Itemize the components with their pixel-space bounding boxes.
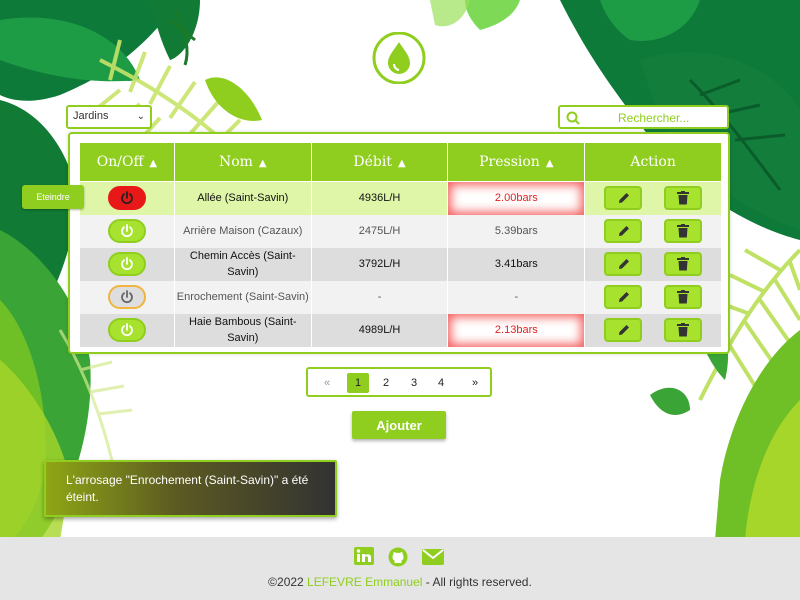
table-row: Chemin Accès (Saint-Savin) 3792L/H 3.41bar… [79,247,722,281]
delete-button[interactable] [664,219,703,243]
power-toggle[interactable] [107,186,146,211]
delete-button[interactable] [664,252,703,276]
header-debit[interactable]: Débit ▲︎ [310,142,449,182]
garden-filter-value: Jardins [73,110,109,122]
cell-debit: 4936L/H [310,181,449,215]
edit-button[interactable] [604,318,643,342]
edit-button[interactable] [604,186,643,211]
cell-debit: 3792L/H [310,247,449,281]
sort-icon: ▲︎ [149,158,158,169]
sort-icon: ▲︎ [397,158,406,169]
table-row: Arrière Maison (Cazaux) 2475L/H 5.39bars [79,214,722,248]
cell-debit: 4989L/H [310,313,449,347]
pagination-page-4[interactable]: 4 [430,373,452,393]
linkedin-icon[interactable] [354,547,374,570]
cell-onoff [79,280,175,314]
header-onoff[interactable]: On/Off ▲︎ [79,142,175,182]
cell-nom: Allée (Saint-Savin) [173,181,312,215]
delete-button[interactable] [664,318,703,342]
cell-action [584,280,722,314]
notification-toast: L'arrosage "Enrochement (Saint-Savin)" a… [44,460,337,517]
search-input[interactable]: Rechercher... [558,105,729,129]
pagination-page-2[interactable]: 2 [375,373,397,393]
footer: ©2022 LEFEVRE Emmanuel - All rights rese… [0,537,800,600]
cell-nom: Haie Bambous (Saint-Savin) [173,313,312,347]
sort-icon: ▲︎ [545,158,554,169]
cell-action [584,313,722,347]
github-icon[interactable] [388,547,408,572]
cell-debit: 2475L/H [310,214,449,248]
cell-pression: 2.00bars [447,181,586,215]
author-link[interactable]: LEFEVRE Emmanuel [307,575,422,589]
email-icon[interactable] [422,547,444,570]
power-toggle[interactable] [107,252,146,276]
table-row: Enrochement (Saint-Savin) - - [79,280,722,314]
eteindre-button[interactable]: Eteindre [22,185,84,209]
cell-pression: 3.41bars [447,247,586,281]
copyright: ©2022 LEFEVRE Emmanuel - All rights rese… [268,575,532,589]
cell-nom: Chemin Accès (Saint-Savin) [173,247,312,281]
cell-pression: - [447,280,586,314]
table-row: Allée (Saint-Savin) 4936L/H 2.00bars [79,181,722,215]
power-toggle[interactable] [107,219,146,243]
edit-button[interactable] [604,219,643,243]
cell-action [584,214,722,248]
cell-pression: 2.13bars [447,313,586,347]
search-icon [566,111,580,130]
header-nom[interactable]: Nom ▲︎ [173,142,312,182]
add-button[interactable]: Ajouter [352,411,446,439]
header-action: Action [584,142,722,182]
pagination-prev[interactable]: « [316,373,338,393]
table-header-row: On/Off ▲︎ Nom ▲︎ Débit ▲︎ Pression ▲︎ Action [79,142,722,182]
sort-icon: ▲︎ [258,158,267,169]
power-toggle[interactable] [107,285,146,309]
irrigation-table: On/Off ▲︎ Nom ▲︎ Débit ▲︎ Pression ▲︎ Action… [79,142,722,347]
edit-button[interactable] [604,285,643,309]
water-drop-logo [368,32,430,84]
edit-button[interactable] [604,252,643,276]
table-row: Haie Bambous (Saint-Savin) 4989L/H 2.13bar… [79,313,722,347]
cell-debit: - [310,280,449,314]
delete-button[interactable] [664,285,703,309]
cell-onoff [79,181,175,215]
cell-action [584,181,722,215]
cell-nom: Enrochement (Saint-Savin) [173,280,312,314]
cell-nom: Arrière Maison (Cazaux) [173,214,312,248]
cell-action [584,247,722,281]
cell-pression: 5.39bars [447,214,586,248]
header-pression[interactable]: Pression ▲︎ [447,142,586,182]
power-toggle[interactable] [107,318,146,342]
pagination-page-1[interactable]: 1 [347,373,369,393]
delete-button[interactable] [664,186,703,211]
pagination-page-3[interactable]: 3 [403,373,425,393]
chevron-down-icon: ⌄ [136,111,145,122]
cell-onoff [79,247,175,281]
pagination: « 1 2 3 4 » [306,367,492,397]
cell-onoff [79,214,175,248]
irrigation-table-card: On/Off ▲︎ Nom ▲︎ Débit ▲︎ Pression ▲︎ Action… [68,132,730,354]
garden-filter-select[interactable]: Jardins ⌄ [66,105,152,129]
search-placeholder: Rechercher... [618,111,690,125]
pagination-next[interactable]: » [464,373,486,393]
cell-onoff [79,313,175,347]
